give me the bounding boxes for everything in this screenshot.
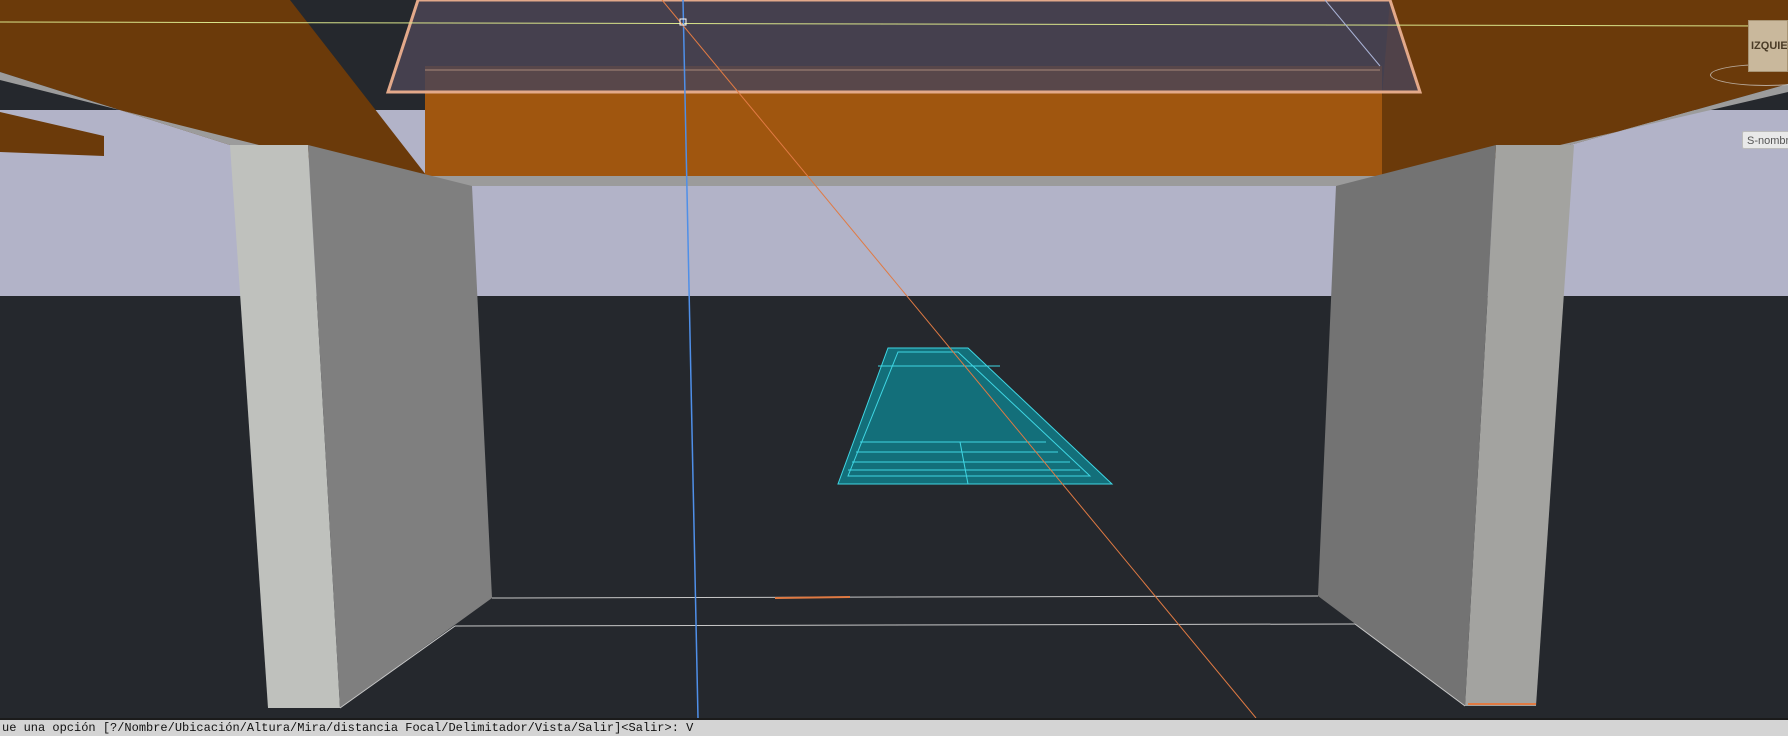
ucs-menu-tag[interactable]: S-nombre	[1742, 131, 1788, 149]
scene-drawing[interactable]	[0, 0, 1788, 718]
center-beam-bottom	[425, 176, 1382, 186]
glass-slab	[388, 0, 1420, 92]
floor-accent-1	[774, 596, 851, 599]
3d-viewport[interactable]: IZQUIERDA S-nombre	[0, 0, 1788, 718]
command-line[interactable]: ue una opción [?/Nombre/Ubicación/Altura…	[0, 718, 1788, 736]
viewcube-icon[interactable]: IZQUIERDA	[1748, 20, 1788, 72]
